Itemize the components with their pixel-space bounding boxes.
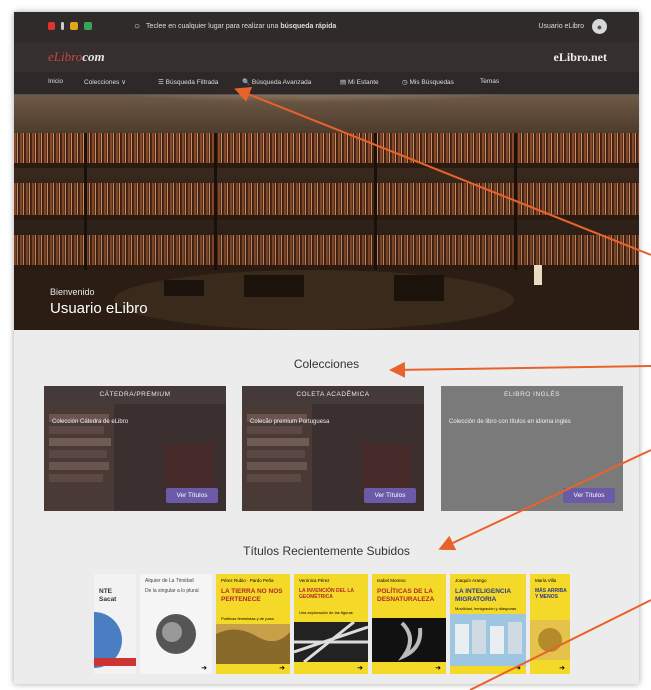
elibro-com-logo[interactable]: eLibrocom (48, 49, 105, 65)
nav-busqueda-avanzada[interactable]: 🔍 Búsqueda Avanzada (242, 78, 311, 86)
publisher-icon: ➜ (279, 665, 285, 672)
nav-mis-busquedas[interactable]: ◷ Mis Búsquedas (402, 78, 454, 86)
nav-colecciones[interactable]: Colecciones ∨ (84, 78, 126, 86)
brand-bar: eLibrocom eLibro.net (14, 42, 639, 72)
search-input[interactable]: Teclee en cualquier lugar para realizar … (146, 23, 336, 30)
main-nav: Inicio Colecciones ∨ ☰ Búsqueda Filtrada… (14, 72, 639, 95)
cover-art (94, 612, 136, 668)
book-title: LA INVENCIÓN DEL LA GEOMÉTRICA (299, 588, 354, 600)
recent-books-carousel: NTE Sacat Alquier de La Trinidad De la s… (94, 574, 574, 677)
book-subtitle: Una exploración de las figuras (299, 610, 353, 615)
book-cover[interactable]: Pérez Rubio · Pardo Peña LA TIERRA NO NO… (216, 574, 290, 674)
book-author: María Villa (535, 578, 557, 583)
book-author: Joaquín Arango (455, 578, 487, 583)
top-icons (48, 22, 92, 30)
collection-card-ingles[interactable]: ELIBRO INGLÉS Colección de libro con tít… (441, 386, 623, 511)
book-footer: ➜ (530, 664, 570, 674)
book-title: MÁS ARRIBA Y MENOS (535, 588, 567, 600)
search-icon: ○ (134, 21, 141, 32)
user-icon: ● (596, 21, 603, 32)
elibro-net-logo[interactable]: eLibro.net (554, 50, 607, 65)
book-footer: ➜ (140, 664, 212, 674)
card-description: Colecão premium Portuguesa (250, 419, 330, 425)
nav-busqueda-filtrada[interactable]: ☰ Búsqueda Filtrada (158, 78, 218, 86)
nav-inicio[interactable]: Inicio (48, 78, 63, 85)
book-author: Isabel Moreno (377, 578, 406, 583)
book-cover[interactable]: Isabel Moreno POLÍTICAS DE LA DESNATURAL… (372, 574, 446, 674)
nav-mi-estante[interactable]: ▤ Mi Estante (340, 78, 379, 86)
book-cover[interactable]: Joaquín Arango LA INTELIGENCIA MIGRATORI… (450, 574, 526, 674)
ver-titulos-button[interactable]: Ver Títulos (166, 488, 218, 503)
cover-art (530, 620, 570, 660)
publisher-icon: ➜ (559, 665, 565, 672)
hero-username: Usuario eLibro (50, 300, 148, 317)
book-cover[interactable]: NTE Sacat (94, 574, 136, 674)
user-menu[interactable]: Usuario eLibro ● (538, 19, 607, 34)
flag-icon[interactable] (48, 22, 55, 30)
book-subtitle: Movilidad, inmigración y diásporas (455, 606, 517, 611)
ver-titulos-button[interactable]: Ver Títulos (563, 488, 615, 503)
book-author: Alquier de La Trinidad (145, 578, 194, 584)
card-heading: CÁTEDRA/PREMIUM (44, 386, 226, 404)
cover-art (294, 622, 368, 662)
avatar[interactable]: ● (592, 19, 607, 34)
publisher-icon: ➜ (357, 665, 363, 672)
book-cover[interactable]: Alquier de La Trinidad De la singular a … (140, 574, 212, 674)
cover-art (372, 618, 446, 662)
welcome-text: Bienvenido (50, 287, 95, 297)
screenshot-frame: ○ Teclee en cualquier lugar para realiza… (14, 12, 639, 684)
book-cover[interactable]: Verónica Pérez LA INVENCIÓN DEL LA GEOMÉ… (294, 574, 368, 674)
card-icon[interactable] (84, 22, 92, 30)
book-title: POLÍTICAS DE LA DESNATURALEZA (377, 588, 435, 603)
cover-art (156, 614, 196, 654)
cover-art (450, 614, 526, 666)
book-footer: ➜ (294, 664, 368, 674)
book-author: Pérez Rubio · Pardo Peña (221, 578, 274, 583)
card-heading: ELIBRO INGLÉS (441, 386, 623, 404)
book-author: Verónica Pérez (299, 578, 330, 583)
recent-titles-heading: Títulos Recientemente Subidos (243, 544, 410, 558)
book-title: LA TIERRA NO NOS PERTENECE (221, 588, 283, 603)
card-heading: COLETA ACADÊMICA (242, 386, 424, 404)
card-description: Colección de libro con títulos en idioma… (449, 419, 571, 425)
ver-titulos-button[interactable]: Ver Títulos (364, 488, 416, 503)
collections-title: Colecciones (293, 357, 360, 371)
user-name[interactable]: Usuario eLibro (538, 23, 584, 30)
book-footer: ➜ (216, 664, 290, 674)
quick-search[interactable]: ○ Teclee en cualquier lugar para realiza… (134, 21, 336, 32)
cover-art (216, 624, 290, 664)
top-bar: ○ Teclee en cualquier lugar para realiza… (14, 12, 639, 42)
publisher-icon: ➜ (435, 665, 441, 672)
book-footer: ➜ (450, 664, 526, 674)
card-description: Colección Cátedra de eLibro (52, 419, 129, 425)
book-footer: ➜ (372, 664, 446, 674)
publisher-icon: ➜ (515, 665, 521, 672)
book-cover[interactable]: María Villa MÁS ARRIBA Y MENOS ➜ (530, 574, 570, 674)
hero-banner: Bienvenido Usuario eLibro (14, 95, 639, 330)
pencil-icon[interactable] (61, 22, 64, 30)
book-title: LA INTELIGENCIA MIGRATORIA (455, 588, 511, 603)
nav-temas[interactable]: Temas (480, 78, 499, 85)
book-subtitle: Poéticas feministas y de paso (221, 616, 274, 621)
collection-card-coleta[interactable]: COLETA ACADÊMICA Colecão premium Portugu… (242, 386, 424, 511)
library-photo (14, 95, 639, 330)
book-title: NTE Sacat (99, 588, 117, 603)
collection-card-catedra[interactable]: CÁTEDRA/PREMIUM Colección Cátedra de eLi… (44, 386, 226, 511)
badge-icon[interactable] (70, 22, 78, 30)
publisher-icon: ➜ (201, 665, 207, 672)
book-title: De la singular a lo plural (145, 588, 199, 594)
